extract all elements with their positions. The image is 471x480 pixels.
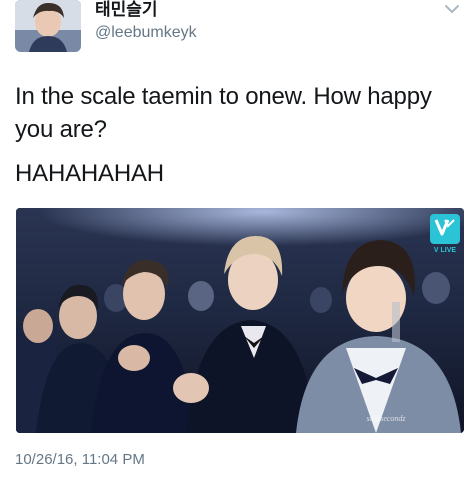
vlive-badge-text: V LIVE bbox=[434, 247, 457, 254]
tweet-text-line: HAHAHAHAH bbox=[15, 160, 164, 187]
tweet-text: In the scale taemin to onew. How happy y… bbox=[15, 80, 465, 190]
timestamp[interactable]: 10/26/16, 11:04 PM bbox=[15, 451, 145, 469]
watermark: sallisecondz bbox=[366, 414, 406, 423]
tweet-text-line: In the scale taemin to onew. How happy y… bbox=[15, 83, 432, 143]
chevron-down-icon[interactable] bbox=[444, 2, 460, 14]
display-name[interactable]: 태민슬기 bbox=[95, 0, 158, 20]
tweet: 태민슬기 @leebumkeyk In the scale taemin to … bbox=[0, 0, 471, 480]
handle[interactable]: @leebumkeyk bbox=[95, 23, 197, 43]
media-image[interactable]: V LIVE sallisecondz bbox=[16, 208, 464, 433]
avatar[interactable] bbox=[15, 0, 81, 52]
